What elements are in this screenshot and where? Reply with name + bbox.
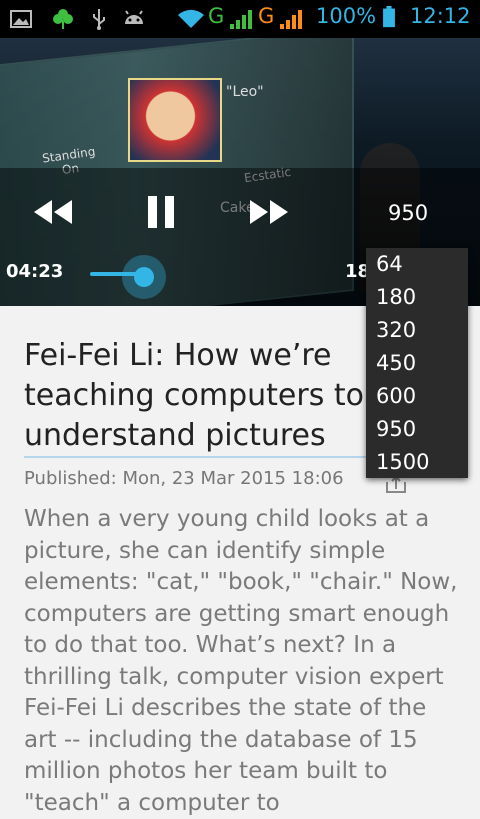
signal-icon — [230, 10, 252, 29]
battery-percent: 100% — [316, 4, 377, 28]
clover-icon — [53, 9, 73, 29]
quality-option-950[interactable]: 950 — [366, 413, 468, 446]
quality-option-180[interactable]: 180 — [366, 281, 468, 314]
slide-photo — [128, 78, 222, 162]
android-debug-icon — [125, 10, 143, 24]
quality-option-320[interactable]: 320 — [366, 314, 468, 347]
quality-option-1500[interactable]: 1500 — [366, 446, 468, 479]
clock: 12:12 — [410, 4, 471, 28]
article-title: Fei-Fei Li: How we’re teaching computers… — [24, 338, 365, 453]
pause-icon[interactable] — [146, 196, 176, 228]
rewind-icon[interactable] — [32, 198, 74, 226]
quality-option-600[interactable]: 600 — [366, 380, 468, 413]
quality-option-64[interactable]: 64 — [366, 248, 468, 281]
network-type-1: G — [208, 4, 225, 28]
network-type-2: G — [258, 4, 275, 28]
title-divider — [24, 456, 369, 458]
battery-icon — [383, 6, 395, 28]
slide-label-leo: "Leo" — [226, 84, 264, 100]
quality-dropdown: 64 180 320 450 600 950 1500 — [366, 248, 468, 478]
article-body: When a very young child looks at a pictu… — [24, 506, 458, 816]
seek-handle[interactable] — [122, 255, 166, 299]
fast-forward-icon[interactable] — [248, 198, 290, 226]
quality-option-450[interactable]: 450 — [366, 347, 468, 380]
published-date: Published: Mon, 23 Mar 2015 18:06 — [24, 468, 344, 489]
image-icon — [10, 10, 32, 28]
status-bar: G G 100% 12:12 — [0, 0, 480, 38]
current-time: 04:23 — [6, 261, 64, 282]
wifi-icon — [178, 9, 204, 28]
quality-selector[interactable]: 950 — [388, 201, 428, 225]
signal-icon — [280, 10, 302, 29]
usb-icon — [93, 9, 105, 30]
